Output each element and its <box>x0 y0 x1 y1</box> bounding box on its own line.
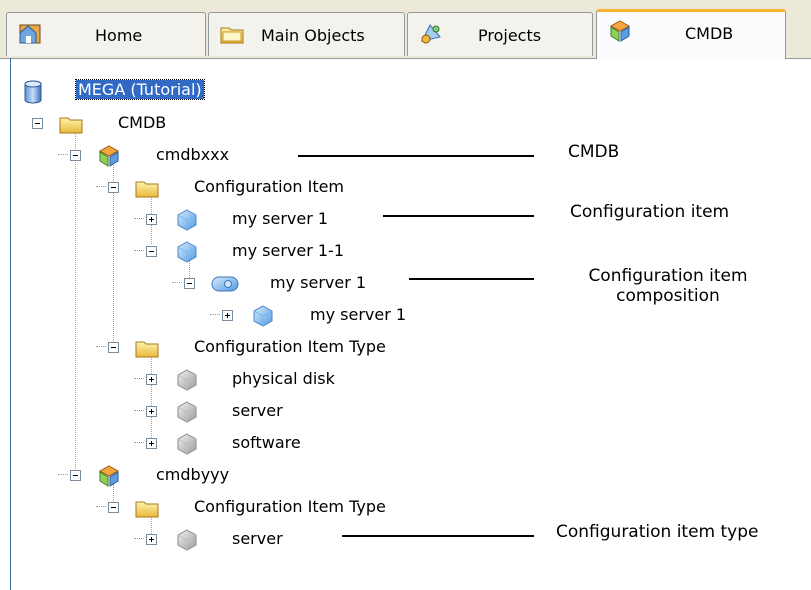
tree-connector <box>134 218 144 219</box>
callout-label-ci: Configuration item <box>570 202 730 222</box>
collapse-toggle[interactable] <box>184 278 195 289</box>
configuration-item-type-icon <box>177 529 197 551</box>
callout-line-composition <box>409 278 534 280</box>
tree-connector <box>134 538 144 539</box>
callout-label-composition-line2: composition <box>616 286 720 306</box>
tree-node-server-1-1[interactable]: my server 1-1 <box>134 238 396 266</box>
tab-home[interactable]: Home <box>6 12 206 56</box>
tree-node-server-1-label: my server 1 <box>232 209 329 228</box>
tree-node-physical-disk-label: physical disk <box>232 369 335 388</box>
tree-node-cit-folder-2[interactable]: Configuration Item Type <box>96 494 458 522</box>
tree-connector <box>134 250 144 251</box>
configuration-item-type-icon <box>177 401 197 423</box>
panel-left-border <box>10 58 11 590</box>
collapse-toggle[interactable] <box>70 470 81 481</box>
tree-node-root-label: MEGA (Tutorial) <box>75 79 205 100</box>
tree-connector <box>96 186 106 187</box>
tab-main-objects[interactable]: Main Objects <box>208 12 405 56</box>
tree-connector <box>96 506 106 507</box>
cmdb-icon <box>98 465 120 487</box>
tree-node-server-1-1-label: my server 1-1 <box>232 241 345 260</box>
tab-cmdb[interactable]: CMDB <box>596 9 786 59</box>
callout-label-composition: Configuration item composition <box>570 266 766 306</box>
tree-node-cit-folder[interactable]: Configuration Item Type <box>96 334 458 362</box>
tree-connector <box>96 346 106 347</box>
tree-node-cmdb-folder[interactable]: CMDB <box>20 110 220 138</box>
tree-connector <box>58 474 68 475</box>
tree-node-cmdbxxx[interactable]: cmdbxxx <box>58 142 280 170</box>
tree-node-server-type[interactable]: server <box>134 398 336 426</box>
callout-label-ci-type: Configuration item type <box>556 522 759 542</box>
tree-node-root[interactable]: MEGA (Tutorial) <box>20 78 260 106</box>
callout-line-ci <box>383 215 534 217</box>
tab-projects[interactable]: Projects <box>407 12 593 56</box>
collapse-toggle[interactable] <box>32 118 43 129</box>
callout-line-cmdb <box>298 155 534 157</box>
callout-label-cmdb: CMDB <box>568 142 620 162</box>
tab-projects-label: Projects <box>478 26 542 45</box>
tree-connector <box>134 442 144 443</box>
configuration-item-type-icon <box>177 369 197 391</box>
tree-node-composed-server[interactable]: my server 1 <box>210 302 432 330</box>
tree-node-composed-server-label: my server 1 <box>310 305 407 324</box>
expand-toggle[interactable] <box>146 214 157 225</box>
tree-node-server-type-2[interactable]: server <box>134 526 336 554</box>
collapse-toggle[interactable] <box>108 182 119 193</box>
collapse-toggle[interactable] <box>70 150 81 161</box>
tree-node-physical-disk[interactable]: physical disk <box>134 366 376 394</box>
configuration-item-icon <box>177 209 197 231</box>
tree-node-composition-label: my server 1 <box>270 273 367 292</box>
tree-node-server-1[interactable]: my server 1 <box>134 206 396 234</box>
tree-node-cmdbyyy[interactable]: cmdbyyy <box>58 462 280 490</box>
tree-node-software-label: software <box>232 433 301 452</box>
tree-node-server-type-label: server <box>232 401 283 420</box>
tree-node-ci-folder-label: Configuration Item <box>194 177 345 196</box>
expand-toggle[interactable] <box>146 374 157 385</box>
cmdb-icon <box>98 145 120 167</box>
callout-label-composition-line1: Configuration item <box>588 266 748 286</box>
tree-connector <box>134 410 144 411</box>
folder-icon <box>135 341 159 358</box>
folder-icon <box>135 181 159 198</box>
expand-toggle[interactable] <box>222 310 233 321</box>
projects-icon <box>421 24 441 44</box>
tree-connector <box>172 282 182 283</box>
callout-line-ci-type <box>342 535 534 537</box>
expand-toggle[interactable] <box>146 534 157 545</box>
tree-node-software[interactable]: software <box>134 430 356 458</box>
folder-icon <box>220 27 244 44</box>
configuration-item-icon <box>177 241 197 263</box>
collapse-toggle[interactable] <box>108 502 119 513</box>
tree-node-cmdb-folder-label: CMDB <box>118 113 167 132</box>
tree-connector <box>210 314 220 315</box>
tree-node-cit-folder-label: Configuration Item Type <box>194 337 386 356</box>
expand-toggle[interactable] <box>146 406 157 417</box>
folder-icon <box>135 501 159 518</box>
tree-connector <box>58 154 68 155</box>
tab-bar: Home Main Objects Projects CMDB <box>0 0 811 59</box>
tree-connector <box>134 378 144 379</box>
home-icon <box>19 24 41 44</box>
cmdb-icon <box>609 20 631 42</box>
tree-node-cit-folder-2-label: Configuration Item Type <box>194 497 386 516</box>
expand-toggle[interactable] <box>146 438 157 449</box>
tab-main-objects-label: Main Objects <box>261 26 365 45</box>
database-icon <box>24 80 42 104</box>
tab-home-label: Home <box>95 26 143 45</box>
collapse-toggle[interactable] <box>146 246 157 257</box>
tree-node-server-type-2-label: server <box>232 529 283 548</box>
tree-node-ci-folder[interactable]: Configuration Item <box>96 174 418 202</box>
tab-cmdb-label: CMDB <box>685 24 734 43</box>
tree-connector <box>75 129 76 469</box>
tree-node-composition[interactable]: my server 1 <box>172 270 414 298</box>
folder-icon <box>59 117 83 134</box>
collapse-toggle[interactable] <box>108 342 119 353</box>
configuration-item-type-icon <box>177 433 197 455</box>
tree-node-cmdbxxx-label: cmdbxxx <box>156 145 230 164</box>
composition-icon <box>211 276 239 292</box>
configuration-item-icon <box>253 305 273 327</box>
tree-node-cmdbyyy-label: cmdbyyy <box>156 465 230 484</box>
